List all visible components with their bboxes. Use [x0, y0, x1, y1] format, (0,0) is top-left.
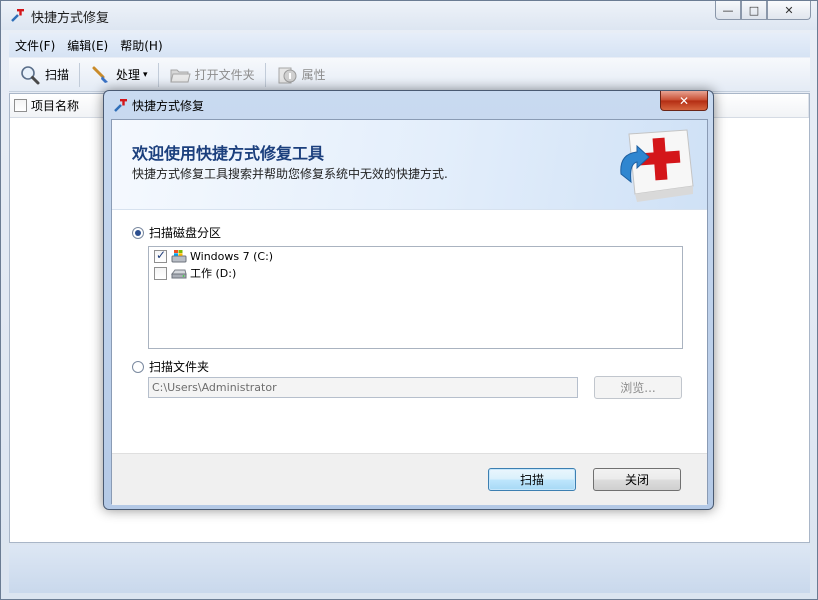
drive-list[interactable]: Windows 7 (C:) 工作 (D:): [148, 246, 683, 349]
banner-title: 欢迎使用快捷方式修复工具: [132, 144, 325, 163]
status-bar: [9, 545, 810, 593]
open-folder-toolbar-label: 打开文件夹: [194, 68, 255, 82]
close-dialog-button[interactable]: 关闭: [593, 468, 681, 491]
maximize-button[interactable]: □: [741, 1, 767, 20]
properties-icon: [276, 64, 298, 86]
scan-drive-radio[interactable]: [132, 226, 144, 239]
process-toolbar-button[interactable]: 处理 ▾: [84, 61, 154, 89]
scan-folder-option[interactable]: 扫描文件夹: [132, 358, 209, 375]
scan-toolbar-button[interactable]: 扫描: [13, 61, 75, 89]
hard-drive-icon: [171, 266, 187, 280]
dialog-banner: 欢迎使用快捷方式修复工具 快捷方式修复工具搜索并帮助您修复系统中无效的快捷方式.: [112, 120, 707, 210]
dropdown-arrow-icon: ▾: [143, 69, 148, 80]
drive-item-d[interactable]: 工作 (D:): [149, 265, 682, 281]
folder-icon: [169, 64, 191, 86]
dialog-close-button[interactable]: ✕: [660, 91, 708, 111]
column-header-label: 项目名称: [31, 99, 80, 113]
menu-edit[interactable]: 编辑(E): [67, 37, 108, 54]
windows-drive-icon: [171, 249, 187, 263]
process-toolbar-label: 处理: [116, 68, 141, 82]
scan-toolbar-label: 扫描: [45, 68, 70, 82]
dialog-title: 快捷方式修复: [132, 99, 205, 113]
drive-c-checkbox[interactable]: [154, 248, 167, 263]
drive-d-checkbox[interactable]: [154, 266, 167, 280]
scan-folder-radio[interactable]: [132, 360, 144, 373]
scan-button[interactable]: 扫描: [488, 468, 576, 491]
magnifier-icon: [19, 64, 41, 86]
toolbar-separator: [157, 62, 159, 87]
app-icon: [114, 99, 127, 112]
browse-button[interactable]: 浏览...: [594, 376, 682, 399]
window-title: 快捷方式修复: [31, 11, 110, 26]
scan-drive-label: 扫描磁盘分区: [149, 226, 222, 240]
folder-path-input[interactable]: C:\Users\Administrator: [148, 377, 578, 398]
title-bar: 快捷方式修复 — □ ✕: [1, 1, 817, 30]
properties-toolbar-button[interactable]: 属性: [270, 61, 332, 89]
drive-d-label: 工作 (D:): [190, 267, 237, 280]
toolbar: 扫描 处理 ▾ 打开文件夹 属性: [9, 58, 810, 92]
toolbar-separator: [79, 62, 81, 87]
medical-kit-logo-icon: [620, 129, 694, 202]
app-icon: [11, 9, 24, 22]
menu-bar: 文件(F) 编辑(E) 帮助(H): [9, 33, 810, 57]
close-button[interactable]: ✕: [767, 1, 811, 20]
menu-file[interactable]: 文件(F): [15, 37, 55, 54]
banner-description: 快捷方式修复工具搜索并帮助您修复系统中无效的快捷方式.: [132, 167, 448, 181]
dialog-body: 欢迎使用快捷方式修复工具 快捷方式修复工具搜索并帮助您修复系统中无效的快捷方式.…: [111, 119, 708, 505]
drive-item-c[interactable]: Windows 7 (C:): [149, 248, 682, 264]
drive-c-label: Windows 7 (C:): [190, 249, 274, 263]
scan-folder-label: 扫描文件夹: [149, 360, 210, 374]
dialog-footer: 扫描 关闭: [112, 453, 707, 505]
menu-help[interactable]: 帮助(H): [120, 37, 162, 54]
properties-toolbar-label: 属性: [301, 68, 326, 82]
minimize-button[interactable]: —: [715, 1, 741, 20]
scan-drive-option[interactable]: 扫描磁盘分区: [132, 224, 221, 241]
select-all-checkbox[interactable]: [14, 99, 27, 112]
toolbar-separator: [264, 62, 266, 87]
open-folder-toolbar-button[interactable]: 打开文件夹: [163, 61, 261, 89]
brush-icon: [90, 64, 112, 86]
welcome-dialog: 快捷方式修复 ✕ 欢迎使用快捷方式修复工具 快捷方式修复工具搜索并帮助您修复系统…: [103, 90, 714, 510]
